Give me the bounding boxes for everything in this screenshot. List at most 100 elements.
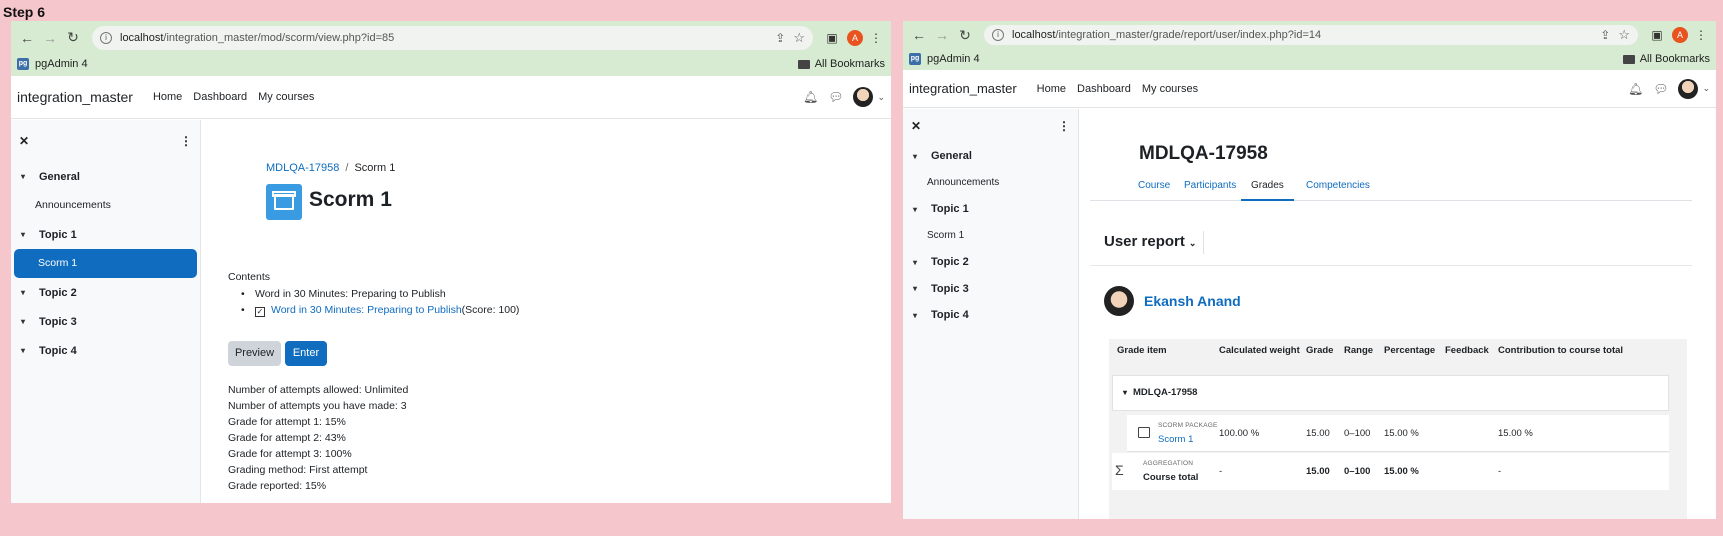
breadcrumb: MDLQA-17958/Scorm 1 <box>266 162 396 174</box>
section-topic-2[interactable]: ▾ Topic 2 <box>11 278 200 307</box>
chevron-down-icon[interactable]: ▾ <box>1123 388 1127 397</box>
kebab-menu-icon[interactable]: ⋮ <box>1058 119 1070 133</box>
section-topic-3[interactable]: ▾ Topic 3 <box>903 276 1078 303</box>
grading-method: Grading method: First attempt <box>228 464 368 476</box>
share-icon[interactable]: ⇪ <box>775 31 785 45</box>
item-name: Course total <box>1143 472 1199 483</box>
cell-percentage: 15.00 % <box>1384 466 1419 477</box>
nav-home[interactable]: Home <box>1037 83 1066 95</box>
chevron-down-icon[interactable]: ▾ <box>21 172 31 181</box>
category-row[interactable]: ▾ MDLQA-17958 <box>1112 375 1669 411</box>
col-grade-item: Grade item <box>1117 345 1167 356</box>
section-topic-1[interactable]: ▾ Topic 1 <box>11 220 200 249</box>
section-topic-4[interactable]: ▾ Topic 4 <box>903 302 1078 329</box>
tab-grades[interactable]: Grades <box>1241 171 1294 201</box>
chevron-down-icon[interactable]: ▾ <box>21 346 31 355</box>
activity-announcements[interactable]: Announcements <box>11 191 200 220</box>
all-bookmarks[interactable]: All Bookmarks <box>1640 53 1710 65</box>
bell-icon[interactable]: 🔔︎ <box>1628 82 1643 96</box>
site-brand[interactable]: integration_master <box>17 89 133 105</box>
back-icon[interactable]: ← <box>17 30 37 46</box>
scorm-package-icon <box>266 184 302 220</box>
step-label: Step 6 <box>3 4 46 20</box>
address-bar[interactable]: i localhost/integration_master/grade/rep… <box>984 25 1638 45</box>
chevron-down-icon[interactable]: ▾ <box>913 258 923 267</box>
profile-avatar[interactable]: A <box>847 29 863 46</box>
grade-attempt-2: Grade for attempt 2: 43% <box>228 432 346 444</box>
profile-avatar[interactable]: A <box>1672 27 1688 43</box>
toc-link[interactable]: Word in 30 Minutes: Preparing to Publish <box>271 304 462 316</box>
col-calculated-weight: Calculated weight <box>1219 345 1300 356</box>
bookmark-pgadmin[interactable]: pgAdmin 4 <box>927 53 980 65</box>
nav-home[interactable]: Home <box>153 91 182 103</box>
share-icon[interactable]: ⇪ <box>1600 28 1610 42</box>
chevron-down-icon[interactable]: ▾ <box>913 205 923 214</box>
chevron-down-icon[interactable]: ▾ <box>21 288 31 297</box>
divider <box>1090 265 1692 266</box>
activity-scorm-1[interactable]: Scorm 1 <box>903 223 1078 250</box>
bookmark-star-icon[interactable]: ☆ <box>793 30 805 46</box>
tab-participants[interactable]: Participants <box>1184 171 1236 201</box>
all-bookmarks[interactable]: All Bookmarks <box>815 58 885 70</box>
cell-range: 0–100 <box>1344 428 1371 439</box>
site-info-icon[interactable]: i <box>100 31 112 44</box>
chat-icon[interactable]: 💬︎ <box>828 90 843 104</box>
forward-icon[interactable]: → <box>932 27 952 43</box>
item-name[interactable]: Scorm 1 <box>1158 434 1193 445</box>
browser-chrome: ← → ↻ i localhost/integration_master/mod… <box>11 21 891 76</box>
tab-course[interactable]: Course <box>1138 171 1170 201</box>
enter-button[interactable]: Enter <box>285 341 327 366</box>
nav-dashboard[interactable]: Dashboard <box>1077 83 1131 95</box>
cell-percentage: 15.00 % <box>1384 428 1419 439</box>
site-brand[interactable]: integration_master <box>909 81 1017 96</box>
chevron-down-icon[interactable]: ▾ <box>913 152 923 161</box>
activity-scorm-1[interactable]: Scorm 1 <box>14 249 197 278</box>
section-topic-2[interactable]: ▾ Topic 2 <box>903 249 1078 276</box>
chevron-down-icon[interactable]: ▾ <box>913 284 923 293</box>
nav-my-courses[interactable]: My courses <box>258 91 314 103</box>
section-general[interactable]: ▾ General <box>11 162 200 191</box>
site-info-icon[interactable]: i <box>992 29 1004 41</box>
nav-my-courses[interactable]: My courses <box>1142 83 1198 95</box>
bookmark-pgadmin[interactable]: pgAdmin 4 <box>35 58 88 70</box>
close-icon[interactable]: ✕ <box>19 134 29 148</box>
section-topic-4[interactable]: ▾ Topic 4 <box>11 336 200 365</box>
chevron-down-icon[interactable]: ⌄ <box>877 92 885 103</box>
reload-icon[interactable]: ↻ <box>955 27 975 44</box>
reload-icon[interactable]: ↻ <box>63 29 83 46</box>
course-title: MDLQA-17958 <box>1139 143 1268 164</box>
preview-button[interactable]: Preview <box>228 341 281 366</box>
kebab-menu-icon[interactable]: ⋮ <box>180 134 192 148</box>
col-contribution: Contribution to course total <box>1498 345 1624 356</box>
tab-competencies[interactable]: Competencies <box>1306 171 1370 201</box>
forward-icon[interactable]: → <box>40 30 60 46</box>
report-selector[interactable]: User report ⌄ <box>1104 233 1196 250</box>
section-topic-3[interactable]: ▾ Topic 3 <box>11 307 200 336</box>
cell-weight: - <box>1219 466 1223 477</box>
scorm-package-icon <box>1138 427 1150 438</box>
activity-announcements[interactable]: Announcements <box>903 170 1078 197</box>
user-avatar[interactable] <box>1678 78 1699 99</box>
browser-chrome: ← → ↻ i localhost/integration_master/gra… <box>903 21 1716 70</box>
chrome-menu-icon[interactable]: ⋮ <box>1692 28 1710 42</box>
section-topic-1[interactable]: ▾ Topic 1 <box>903 196 1078 223</box>
chevron-down-icon[interactable]: ▾ <box>21 230 31 239</box>
bookmark-star-icon[interactable]: ☆ <box>1618 27 1630 43</box>
close-icon[interactable]: ✕ <box>911 119 921 133</box>
bell-icon[interactable]: 🔔︎ <box>803 90 818 104</box>
chevron-down-icon[interactable]: ▾ <box>913 311 923 320</box>
nav-dashboard[interactable]: Dashboard <box>193 91 247 103</box>
back-icon[interactable]: ← <box>909 27 929 43</box>
chevron-down-icon[interactable]: ▾ <box>21 317 31 326</box>
chevron-down-icon[interactable]: ⌄ <box>1702 83 1710 94</box>
address-bar[interactable]: i localhost/integration_master/mod/scorm… <box>92 25 813 50</box>
user-avatar[interactable] <box>853 87 874 107</box>
folder-icon <box>797 59 810 69</box>
side-panel-icon[interactable]: ▣ <box>1648 28 1666 42</box>
breadcrumb-course[interactable]: MDLQA-17958 <box>266 162 339 174</box>
chrome-menu-icon[interactable]: ⋮ <box>867 31 885 45</box>
chat-icon[interactable]: 💬︎ <box>1653 82 1668 96</box>
student-name[interactable]: Ekansh Anand <box>1144 293 1241 309</box>
side-panel-icon[interactable]: ▣ <box>823 31 841 45</box>
section-general[interactable]: ▾ General <box>903 143 1078 170</box>
